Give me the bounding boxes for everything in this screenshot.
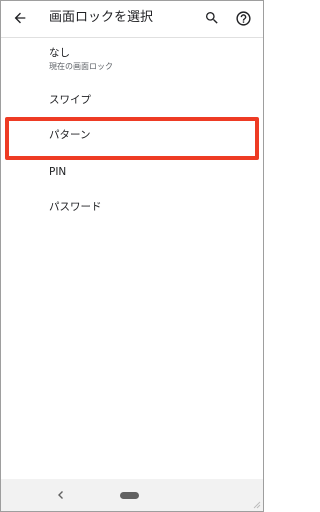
option-label: なし	[49, 47, 70, 59]
home-pill-icon[interactable]	[120, 492, 139, 499]
help-button[interactable]	[231, 6, 255, 30]
lock-option-pin[interactable]: PIN	[1, 155, 263, 189]
lock-option-pattern[interactable]: パターン	[1, 117, 263, 157]
back-button[interactable]	[8, 6, 32, 30]
chevron-left-icon	[58, 491, 63, 499]
option-subtitle: 現在の画面ロック	[49, 62, 113, 71]
nav-back-button[interactable]	[53, 487, 69, 503]
arrow-back-icon	[14, 12, 26, 24]
screen: 画面ロックを選択 なし 現在の画面ロック スワイプ パターン PIN パスワード	[0, 0, 264, 512]
lock-option-password[interactable]: パスワード	[1, 191, 263, 225]
search-icon	[206, 12, 218, 24]
help-circle-icon	[235, 10, 251, 26]
app-bar-divider	[1, 37, 263, 38]
resize-grip-icon	[253, 501, 261, 509]
option-label: PIN	[49, 166, 67, 178]
navigation-bar	[1, 479, 263, 511]
page-title: 画面ロックを選択	[49, 10, 154, 25]
app-bar: 画面ロックを選択	[1, 1, 263, 37]
search-button[interactable]	[200, 6, 224, 30]
option-label: パターン	[49, 129, 91, 141]
lock-option-none[interactable]: なし 現在の画面ロック	[1, 41, 263, 77]
lock-option-swipe[interactable]: スワイプ	[1, 83, 263, 117]
option-label: パスワード	[49, 201, 102, 213]
option-label: スワイプ	[49, 94, 91, 106]
